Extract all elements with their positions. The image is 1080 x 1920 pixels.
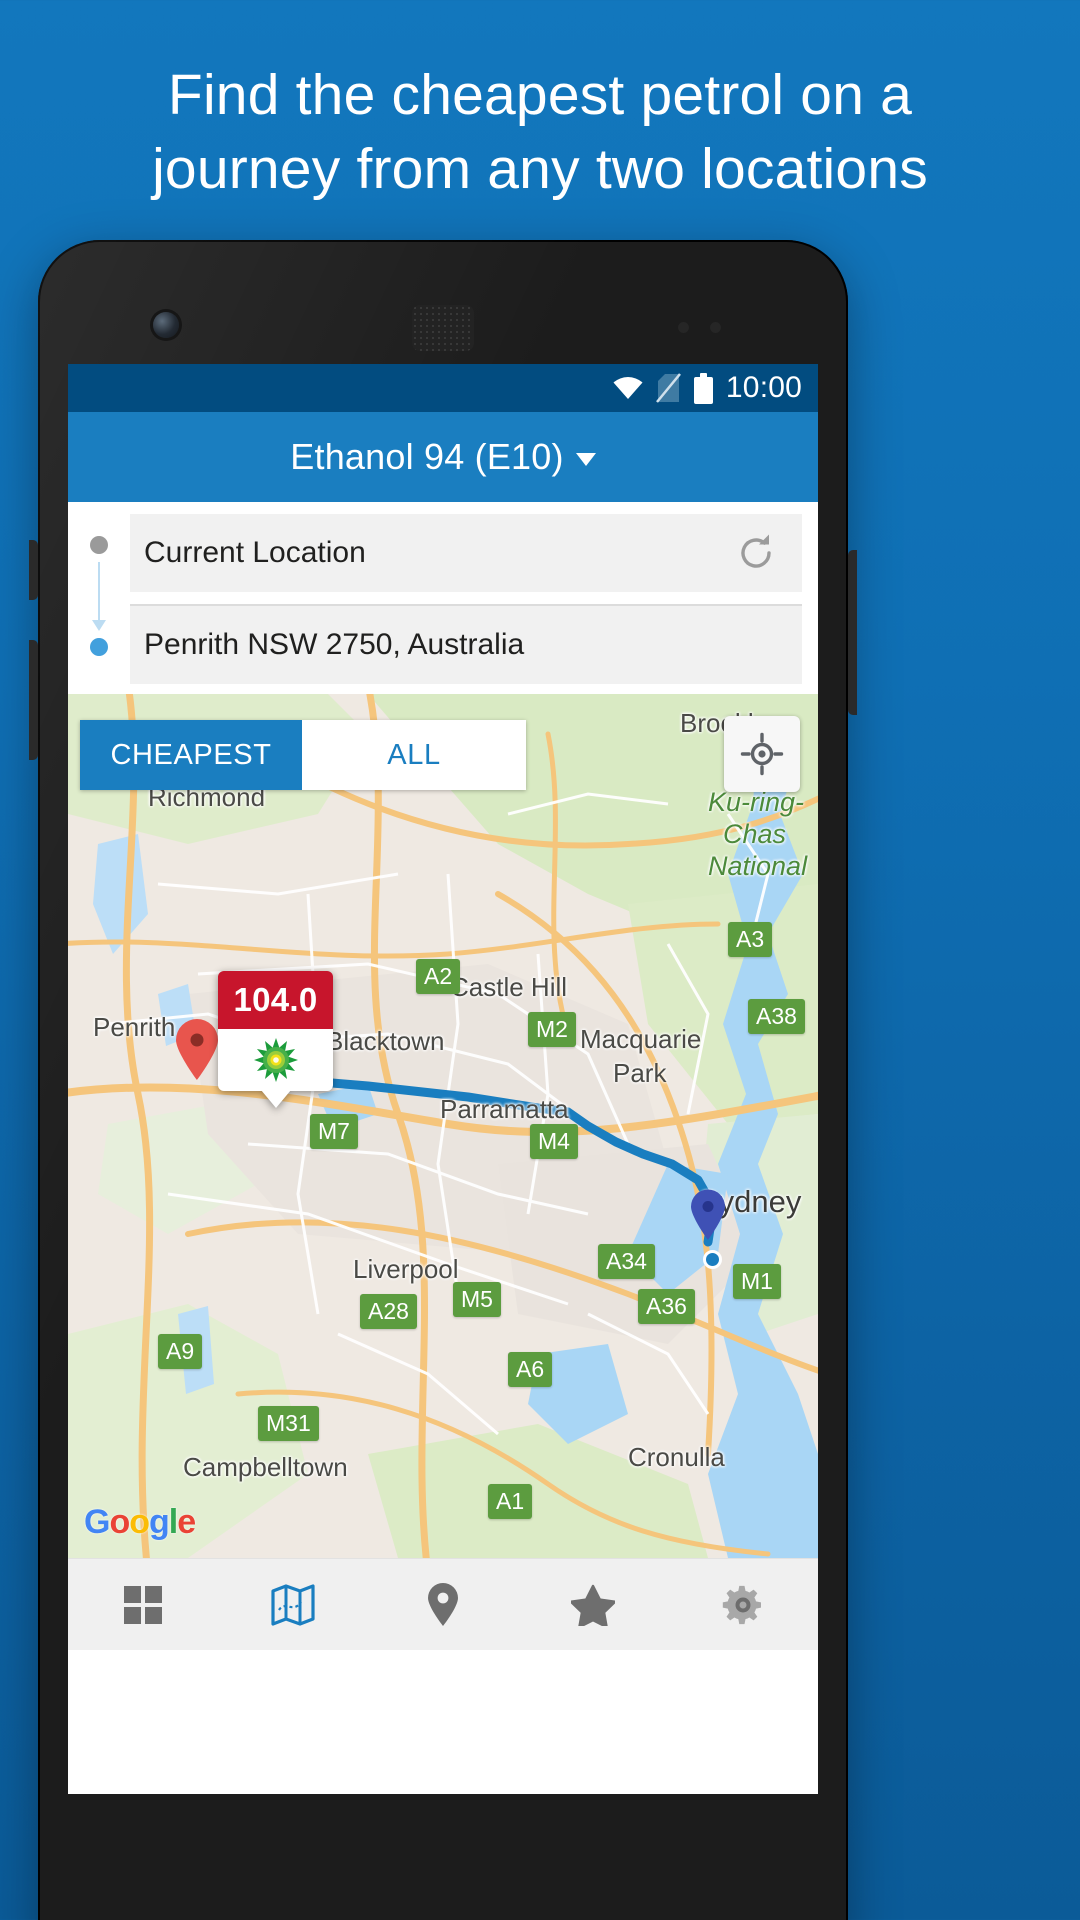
my-location-button[interactable] — [724, 716, 800, 792]
phone-mockup: 10:00 Ethanol 94 (E10) Current Location — [29, 240, 857, 1920]
front-camera — [153, 312, 179, 338]
map-place-label: Cronulla — [628, 1442, 725, 1472]
road-shield-a34: A34 — [598, 1244, 655, 1279]
map-place-label: Campbelltown — [183, 1452, 348, 1482]
price-marker[interactable]: 104.0 — [218, 971, 333, 1108]
tab-cheapest[interactable]: CHEAPEST — [80, 720, 302, 790]
origin-dot-icon — [90, 536, 108, 554]
map-filter-tabs[interactable]: CHEAPEST ALL — [80, 720, 526, 790]
destination-dot-icon — [90, 638, 108, 656]
map-pin-red[interactable] — [173, 1019, 221, 1086]
route-input-panel: Current Location Penrith NSW 2750, Austr… — [68, 502, 818, 694]
map-place-label: Park — [613, 1058, 667, 1088]
google-attribution: Google — [84, 1503, 196, 1542]
road-shield-a3: A3 — [728, 922, 773, 957]
map-place-label: Castle Hill — [450, 972, 568, 1002]
status-bar-clock: 10:00 — [725, 371, 802, 404]
no-sim-icon — [655, 373, 681, 403]
map-place-label: Blacktown — [326, 1026, 445, 1056]
destination-input[interactable]: Penrith NSW 2750, Australia — [130, 606, 802, 684]
phone-power-button — [848, 550, 857, 715]
road-shield-m7: M7 — [310, 1114, 358, 1149]
nav-item-list[interactable] — [68, 1559, 218, 1650]
star-icon — [571, 1584, 615, 1626]
fuel-type-selector[interactable]: Ethanol 94 (E10) — [290, 436, 596, 478]
road-shield-a36: A36 — [638, 1289, 695, 1324]
google-logo-letter: e — [177, 1503, 196, 1541]
origin-input[interactable]: Current Location — [130, 514, 802, 592]
road-shield-a28: A28 — [360, 1294, 417, 1329]
tab-all[interactable]: ALL — [302, 720, 526, 790]
road-shield-m4: M4 — [530, 1124, 578, 1159]
google-logo-letter: o — [129, 1503, 150, 1541]
app-bar-title: Ethanol 94 (E10) — [290, 436, 564, 477]
grid-icon — [124, 1585, 162, 1624]
refresh-icon[interactable] — [734, 531, 778, 575]
bottom-navigation-bar — [68, 1558, 818, 1650]
road-shield-m5: M5 — [453, 1282, 501, 1317]
route-arrow-icon — [92, 620, 106, 631]
light-sensor — [710, 322, 721, 333]
map-place-label: Liverpool — [353, 1254, 459, 1284]
destination-input-value: Penrith NSW 2750, Australia — [144, 628, 525, 661]
nav-item-settings[interactable] — [668, 1559, 818, 1650]
app-bar: Ethanol 94 (E10) — [68, 412, 818, 502]
phone-bottom-bezel — [68, 1794, 818, 1834]
promo-headline: Find the cheapest petrol on a journey fr… — [152, 63, 928, 201]
phone-volume-up-button — [29, 540, 38, 600]
pin-icon — [428, 1582, 458, 1626]
road-shield-a1: A1 — [488, 1484, 533, 1519]
gear-icon — [722, 1585, 761, 1624]
phone-screen: 10:00 Ethanol 94 (E10) Current Location — [68, 364, 818, 1794]
google-logo-letter: G — [84, 1503, 110, 1541]
map-view[interactable]: CHEAPEST ALL BrooklynRichmondCastle — [68, 694, 818, 1558]
price-marker-tail — [260, 1090, 291, 1108]
wifi-icon — [613, 377, 643, 399]
proximity-sensor — [678, 322, 689, 333]
map-canvas — [68, 694, 818, 1558]
route-indicator — [84, 520, 114, 668]
nav-item-favourites[interactable] — [518, 1559, 668, 1650]
chevron-down-icon — [575, 453, 596, 466]
google-logo-letter: l — [168, 1503, 179, 1541]
destination-marker-dot — [703, 1250, 722, 1269]
map-icon — [271, 1583, 315, 1626]
phone-earpiece — [412, 305, 474, 351]
price-marker-price: 104.0 — [218, 971, 333, 1029]
google-logo-letter: g — [149, 1503, 170, 1541]
nav-item-map[interactable] — [218, 1559, 368, 1650]
route-connector-line — [98, 562, 100, 624]
price-marker-brand — [218, 1029, 333, 1108]
origin-input-value: Current Location — [144, 536, 366, 569]
road-shield-a9: A9 — [158, 1334, 203, 1369]
map-pin-blue[interactable] — [688, 1189, 728, 1246]
map-park-label: Chas — [723, 819, 787, 849]
map-place-label: Penrith — [93, 1012, 176, 1042]
google-logo-letter: o — [109, 1503, 130, 1541]
road-shield-m31: M31 — [258, 1406, 319, 1441]
battery-icon — [693, 372, 713, 404]
map-place-label: Macquarie — [580, 1024, 702, 1054]
nav-item-nearby[interactable] — [368, 1559, 518, 1650]
map-place-label: Parramatta — [440, 1094, 569, 1124]
map-park-label: National — [708, 851, 808, 881]
road-shield-a6: A6 — [508, 1352, 553, 1387]
road-shield-m1: M1 — [733, 1264, 781, 1299]
my-location-icon — [740, 732, 784, 776]
road-shield-m2: M2 — [528, 1012, 576, 1047]
status-bar: 10:00 — [68, 364, 818, 412]
road-shield-a38: A38 — [748, 999, 805, 1034]
road-shield-a2: A2 — [416, 959, 461, 994]
bp-logo-icon — [253, 1037, 299, 1083]
phone-volume-down-button — [29, 640, 38, 760]
